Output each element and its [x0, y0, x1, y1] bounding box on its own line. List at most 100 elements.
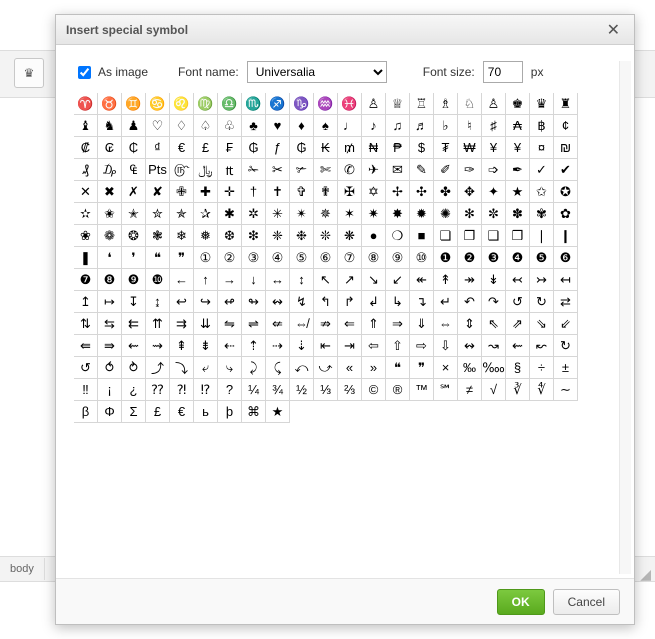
symbol-cell[interactable]: ↝: [481, 334, 506, 357]
symbol-cell[interactable]: ‱: [481, 356, 506, 379]
symbol-cell[interactable]: ⅔: [337, 378, 362, 401]
symbol-cell[interactable]: ✴: [289, 202, 314, 225]
symbol-cell[interactable]: ❆: [217, 224, 242, 247]
symbol-cell[interactable]: ✗: [121, 180, 146, 203]
symbol-cell[interactable]: ♟: [121, 114, 146, 137]
symbol-cell[interactable]: ⁇: [145, 378, 170, 401]
symbol-cell[interactable]: ⑥: [313, 246, 338, 269]
symbol-cell[interactable]: ❉: [289, 224, 314, 247]
ok-button[interactable]: OK: [497, 589, 545, 615]
symbol-cell[interactable]: ✳: [265, 202, 290, 225]
symbol-cell[interactable]: ↱: [337, 290, 362, 313]
symbol-cell[interactable]: ⇝: [145, 334, 170, 357]
symbol-cell[interactable]: ❁: [97, 224, 122, 247]
symbol-cell[interactable]: ❈: [265, 224, 290, 247]
symbol-cell[interactable]: ✹: [409, 202, 434, 225]
symbol-cell[interactable]: ₠: [121, 158, 146, 181]
symbol-cell[interactable]: ⇇: [121, 312, 146, 335]
symbol-cell[interactable]: ⑦: [337, 246, 362, 269]
symbol-cell[interactable]: ®: [385, 378, 410, 401]
symbol-cell[interactable]: ✐: [433, 158, 458, 181]
symbol-cell[interactable]: ✼: [481, 202, 506, 225]
symbol-cell[interactable]: ♕: [385, 93, 410, 115]
symbol-cell[interactable]: ⇤: [313, 334, 338, 357]
symbol-cell[interactable]: ③: [241, 246, 266, 269]
symbol-cell[interactable]: ✱: [217, 202, 242, 225]
symbol-cell[interactable]: ⤺: [289, 356, 314, 379]
symbol-cell[interactable]: ⤵: [169, 356, 194, 379]
symbol-cell[interactable]: ✚: [193, 180, 218, 203]
symbol-cell[interactable]: √: [481, 378, 506, 401]
symbol-cell[interactable]: ₵: [121, 136, 146, 159]
symbol-cell[interactable]: ❞: [169, 246, 194, 269]
symbol-cell[interactable]: ⤶: [193, 356, 218, 379]
symbol-cell[interactable]: ±: [553, 356, 578, 379]
symbol-cell[interactable]: ♘: [457, 93, 482, 115]
symbol-cell[interactable]: ⇥: [337, 334, 362, 357]
symbol-cell[interactable]: ↘: [361, 268, 386, 291]
symbol-cell[interactable]: ✒: [505, 158, 530, 181]
symbol-cell[interactable]: ❝: [385, 356, 410, 379]
symbol-cell[interactable]: ≠: [457, 378, 482, 401]
symbol-cell[interactable]: ♯: [481, 114, 506, 137]
symbol-cell[interactable]: €: [169, 400, 194, 423]
symbol-cell[interactable]: ✄: [313, 158, 338, 181]
symbol-cell[interactable]: ₭: [313, 136, 338, 159]
symbol-cell[interactable]: ✸: [385, 202, 410, 225]
symbol-cell[interactable]: ❐: [457, 224, 482, 247]
symbol-cell[interactable]: ∼: [553, 378, 578, 401]
symbol-cell[interactable]: $: [409, 136, 434, 159]
symbol-cell[interactable]: ௹: [169, 158, 194, 181]
symbol-cell[interactable]: ⇆: [97, 312, 122, 335]
symbol-cell[interactable]: ♎: [217, 93, 242, 115]
symbol-cell[interactable]: ⇊: [193, 312, 218, 335]
symbol-cell[interactable]: ❾: [121, 268, 146, 291]
symbol-cell[interactable]: ↰: [313, 290, 338, 313]
symbol-cell[interactable]: ✵: [313, 202, 338, 225]
symbol-cell[interactable]: ♞: [97, 114, 122, 137]
symbol-cell[interactable]: ⥀: [97, 356, 122, 379]
symbol-cell[interactable]: β: [74, 400, 98, 423]
symbol-cell[interactable]: ♍: [193, 93, 218, 115]
symbol-cell[interactable]: ♋: [145, 93, 170, 115]
symbol-cell[interactable]: £: [193, 136, 218, 159]
symbol-cell[interactable]: ↷: [481, 290, 506, 313]
symbol-cell[interactable]: ↨: [145, 290, 170, 313]
symbol-cell[interactable]: ✓: [529, 158, 554, 181]
symbol-cell[interactable]: ⇅: [74, 312, 98, 335]
symbol-cell[interactable]: ⇛: [97, 334, 122, 357]
symbol-cell[interactable]: ь: [193, 400, 218, 423]
symbol-cell[interactable]: ✷: [361, 202, 386, 225]
symbol-cell[interactable]: ⁉: [193, 378, 218, 401]
symbol-cell[interactable]: €: [169, 136, 194, 159]
symbol-cell[interactable]: ❋: [337, 224, 362, 247]
symbol-cell[interactable]: ⇠: [217, 334, 242, 357]
symbol-cell[interactable]: ⁈: [169, 378, 194, 401]
symbol-cell[interactable]: ❿: [145, 268, 170, 291]
symbol-cell[interactable]: ↧: [121, 290, 146, 313]
symbol-cell[interactable]: ⇈: [145, 312, 170, 335]
symbol-cell[interactable]: ₪: [553, 136, 578, 159]
symbol-cell[interactable]: ↡: [481, 268, 506, 291]
symbol-cell[interactable]: †: [241, 180, 266, 203]
symbol-cell[interactable]: ♩: [337, 114, 362, 137]
symbol-cell[interactable]: ⌘: [241, 400, 266, 423]
symbol-cell[interactable]: ↠: [457, 268, 482, 291]
symbol-cell[interactable]: ↻: [529, 290, 554, 313]
symbol-cell[interactable]: ℠: [433, 378, 458, 401]
symbol-cell[interactable]: ✔: [553, 158, 578, 181]
symbol-cell[interactable]: ↺: [74, 356, 98, 379]
symbol-cell[interactable]: ❹: [505, 246, 530, 269]
symbol-cell[interactable]: ⇩: [433, 334, 458, 357]
symbol-cell[interactable]: ♚: [505, 93, 530, 115]
symbol-cell[interactable]: ↔: [265, 268, 290, 291]
symbol-cell[interactable]: ‰: [457, 356, 482, 379]
symbol-cell[interactable]: ♦: [289, 114, 314, 137]
symbol-cell[interactable]: ①: [193, 246, 218, 269]
symbol-cell[interactable]: ❶: [433, 246, 458, 269]
symbol-cell[interactable]: ↭: [265, 290, 290, 313]
symbol-cell[interactable]: ₥: [337, 136, 362, 159]
symbol-cell[interactable]: ⇉: [169, 312, 194, 335]
symbol-cell[interactable]: ✰: [193, 202, 218, 225]
symbol-cell[interactable]: ⇎: [289, 312, 314, 335]
